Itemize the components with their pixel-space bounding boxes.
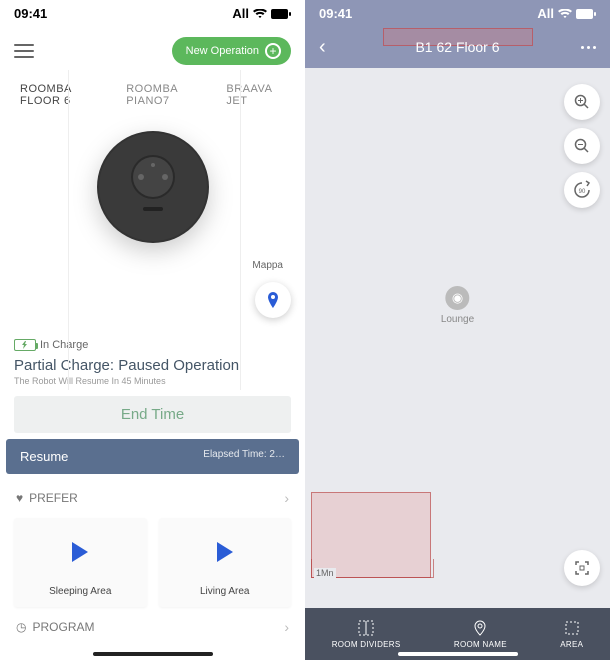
tool-room-dividers[interactable]: ROOM DIVIDERS bbox=[332, 619, 401, 649]
resume-button[interactable]: Resume Elapsed Time: 2… bbox=[6, 439, 299, 474]
rotate-icon: 90 bbox=[572, 180, 592, 200]
charge-status: In Charge bbox=[0, 339, 305, 351]
wifi-icon bbox=[253, 9, 267, 19]
tab-roomba-floor6[interactable]: ROOMBA FLOOR 6 bbox=[20, 83, 108, 107]
wifi-icon bbox=[558, 9, 572, 19]
charge-label: In Charge bbox=[40, 339, 88, 351]
new-operation-button[interactable]: New Operation + bbox=[172, 37, 291, 65]
tool-label: ROOM DIVIDERS bbox=[332, 640, 401, 649]
battery-icon bbox=[576, 9, 596, 19]
status-bar: 09:41 All bbox=[0, 0, 305, 27]
card-label: Sleeping Area bbox=[14, 586, 147, 597]
tab-roomba-piano7[interactable]: ROOMBA PIANO7 bbox=[126, 83, 208, 107]
menu-button[interactable] bbox=[14, 44, 34, 58]
battery-icon bbox=[271, 9, 291, 19]
status-subtitle: The Robot Will Resume In 45 Minutes bbox=[0, 376, 305, 386]
resume-label: Resume bbox=[20, 449, 68, 464]
status-bar: 09:41 All bbox=[305, 0, 610, 27]
card-sleeping-area[interactable]: Sleeping Area bbox=[14, 518, 147, 607]
more-button[interactable] bbox=[581, 46, 596, 49]
clock-icon: ◷ bbox=[16, 620, 26, 634]
dividers-icon bbox=[357, 619, 375, 637]
prefer-label: PREFER bbox=[29, 491, 78, 505]
status-title: Partial Charge: Paused Operation bbox=[0, 351, 305, 376]
rotate-button[interactable]: 90 bbox=[564, 172, 600, 208]
sofa-icon: ◉ bbox=[446, 286, 470, 310]
clock: 09:41 bbox=[319, 6, 352, 21]
room-marker-lounge[interactable]: ◉ Lounge bbox=[441, 286, 474, 325]
prefer-row[interactable]: ♥ PREFER › bbox=[0, 478, 305, 518]
map-screen: 09:41 All ‹ B1 62 Floor 6 90 ◉ Lounge 1M… bbox=[305, 0, 610, 660]
tool-label: AREA bbox=[560, 640, 583, 649]
play-icon bbox=[217, 542, 233, 562]
tab-braava-jet[interactable]: BRAAVA JET bbox=[226, 83, 285, 107]
home-indicator[interactable] bbox=[93, 652, 213, 656]
dimension-label: 1Mn bbox=[314, 568, 336, 578]
plus-icon: + bbox=[265, 43, 281, 59]
program-row[interactable]: ◷ PROGRAM › bbox=[0, 607, 305, 647]
recenter-button[interactable] bbox=[564, 550, 600, 586]
card-label: Living Area bbox=[159, 586, 292, 597]
tool-area[interactable]: AREA bbox=[560, 619, 583, 649]
area-icon bbox=[563, 619, 581, 637]
map-title: B1 62 Floor 6 bbox=[415, 39, 499, 55]
zoom-in-button[interactable] bbox=[564, 84, 600, 120]
play-icon bbox=[72, 542, 88, 562]
room-outline[interactable]: 1Mn bbox=[311, 492, 431, 578]
pin-icon bbox=[265, 292, 281, 308]
clock: 09:41 bbox=[14, 6, 47, 21]
tool-room-name[interactable]: ROOM NAME bbox=[454, 619, 507, 649]
room-label: Lounge bbox=[441, 314, 474, 325]
chevron-right-icon: › bbox=[284, 490, 289, 506]
chevron-right-icon: › bbox=[284, 619, 289, 635]
map-canvas[interactable]: 90 ◉ Lounge 1Mn bbox=[305, 68, 610, 608]
home-indicator[interactable] bbox=[398, 652, 518, 656]
svg-text:90: 90 bbox=[579, 189, 586, 195]
zoom-out-icon bbox=[574, 138, 590, 154]
focus-icon bbox=[574, 560, 590, 576]
tool-label: ROOM NAME bbox=[454, 640, 507, 649]
back-button[interactable]: ‹ bbox=[319, 36, 326, 59]
carrier: All bbox=[232, 6, 249, 21]
battery-charging-icon bbox=[14, 339, 36, 351]
zoom-in-icon bbox=[574, 94, 590, 110]
elapsed-time: Elapsed Time: 2… bbox=[203, 449, 285, 464]
carrier: All bbox=[537, 6, 554, 21]
end-time-button[interactable]: End Time bbox=[14, 396, 291, 433]
program-label: PROGRAM bbox=[32, 620, 94, 634]
card-living-area[interactable]: Living Area bbox=[159, 518, 292, 607]
map-label: Mappa bbox=[252, 260, 283, 271]
new-operation-label: New Operation bbox=[186, 45, 259, 57]
pin-icon bbox=[471, 619, 489, 637]
zoom-out-button[interactable] bbox=[564, 128, 600, 164]
heart-icon: ♥ bbox=[16, 491, 23, 505]
device-tabs: ROOMBA FLOOR 6 ROOMBA PIANO7 BRAAVA JET bbox=[0, 83, 305, 107]
main-screen: 09:41 All New Operation + ROOMBA FLOOR 6… bbox=[0, 0, 305, 660]
map-pin-button[interactable] bbox=[255, 282, 291, 318]
